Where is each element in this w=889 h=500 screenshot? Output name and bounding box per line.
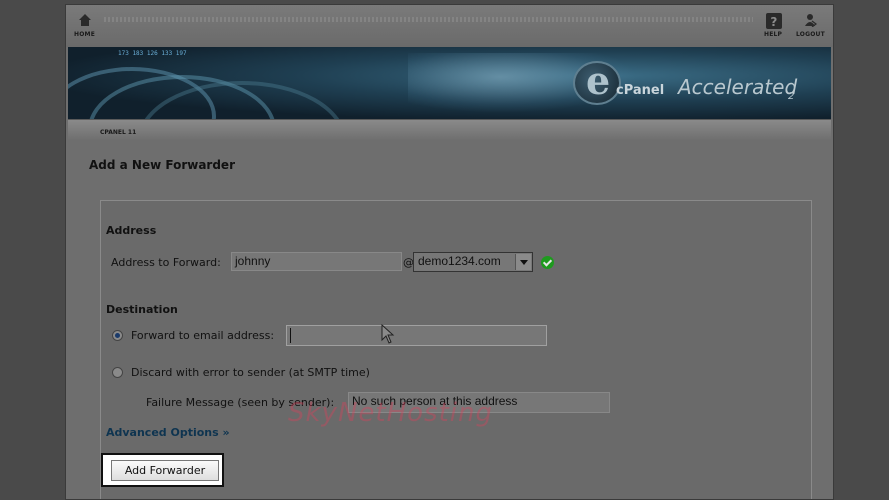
home-nav-button[interactable]: HOME bbox=[74, 13, 95, 38]
top-toolbar: HOME ? HELP LOGOUT bbox=[66, 5, 833, 47]
help-label: HELP bbox=[764, 31, 783, 38]
cpanel-window: HOME ? HELP LOGOUT 173 183 126 133 197 e… bbox=[65, 4, 834, 500]
failure-message-label: Failure Message (seen by sender): bbox=[146, 396, 335, 409]
breadcrumb[interactable]: CPANEL 11 bbox=[100, 129, 136, 136]
cpanel-logo-accelerated: Accelerated bbox=[678, 75, 798, 99]
address-heading: Address bbox=[106, 224, 157, 237]
cpanel-banner: 173 183 126 133 197 e cPanel Accelerated… bbox=[68, 47, 831, 119]
address-to-forward-label: Address to Forward: bbox=[111, 256, 221, 269]
forward-radio[interactable] bbox=[112, 330, 123, 341]
cpanel-logo-version: 2 bbox=[788, 91, 795, 102]
text-caret bbox=[290, 328, 291, 343]
add-forwarder-button[interactable]: Add Forwarder bbox=[111, 460, 219, 481]
failure-message-input[interactable]: No such person at this address bbox=[348, 392, 610, 413]
advanced-options-link[interactable]: Advanced Options » bbox=[106, 426, 230, 439]
home-icon bbox=[78, 13, 92, 27]
destination-heading: Destination bbox=[106, 303, 178, 316]
breadcrumb-bar: CPANEL 11 bbox=[68, 119, 831, 142]
cpanel-logo-mark: e bbox=[586, 58, 611, 103]
domain-select[interactable]: demo1234.com bbox=[413, 252, 533, 272]
page-title: Add a New Forwarder bbox=[89, 158, 235, 172]
help-nav-button[interactable]: ? HELP bbox=[764, 13, 783, 38]
logout-icon bbox=[803, 13, 818, 28]
svg-text:?: ? bbox=[770, 15, 777, 29]
forward-email-input[interactable] bbox=[286, 325, 547, 346]
home-label: HOME bbox=[74, 31, 95, 38]
address-to-forward-input[interactable]: johnny bbox=[231, 252, 402, 271]
valid-check-icon bbox=[541, 256, 554, 269]
logout-label: LOGOUT bbox=[796, 31, 825, 38]
banner-numbers: 173 183 126 133 197 bbox=[118, 50, 187, 57]
toolbar-dotted-divider bbox=[104, 17, 753, 22]
discard-label: Discard with error to sender (at SMTP ti… bbox=[131, 366, 370, 379]
logout-nav-button[interactable]: LOGOUT bbox=[796, 13, 825, 38]
domain-select-value: demo1234.com bbox=[418, 254, 501, 268]
forward-to-email-label: Forward to email address: bbox=[131, 329, 275, 342]
discard-radio[interactable] bbox=[112, 367, 123, 378]
cpanel-logo-text: cPanel bbox=[616, 83, 665, 98]
help-icon: ? bbox=[766, 13, 783, 29]
chevron-down-icon[interactable] bbox=[515, 254, 531, 270]
main-content: Add a New Forwarder Address Address to F… bbox=[68, 141, 831, 499]
